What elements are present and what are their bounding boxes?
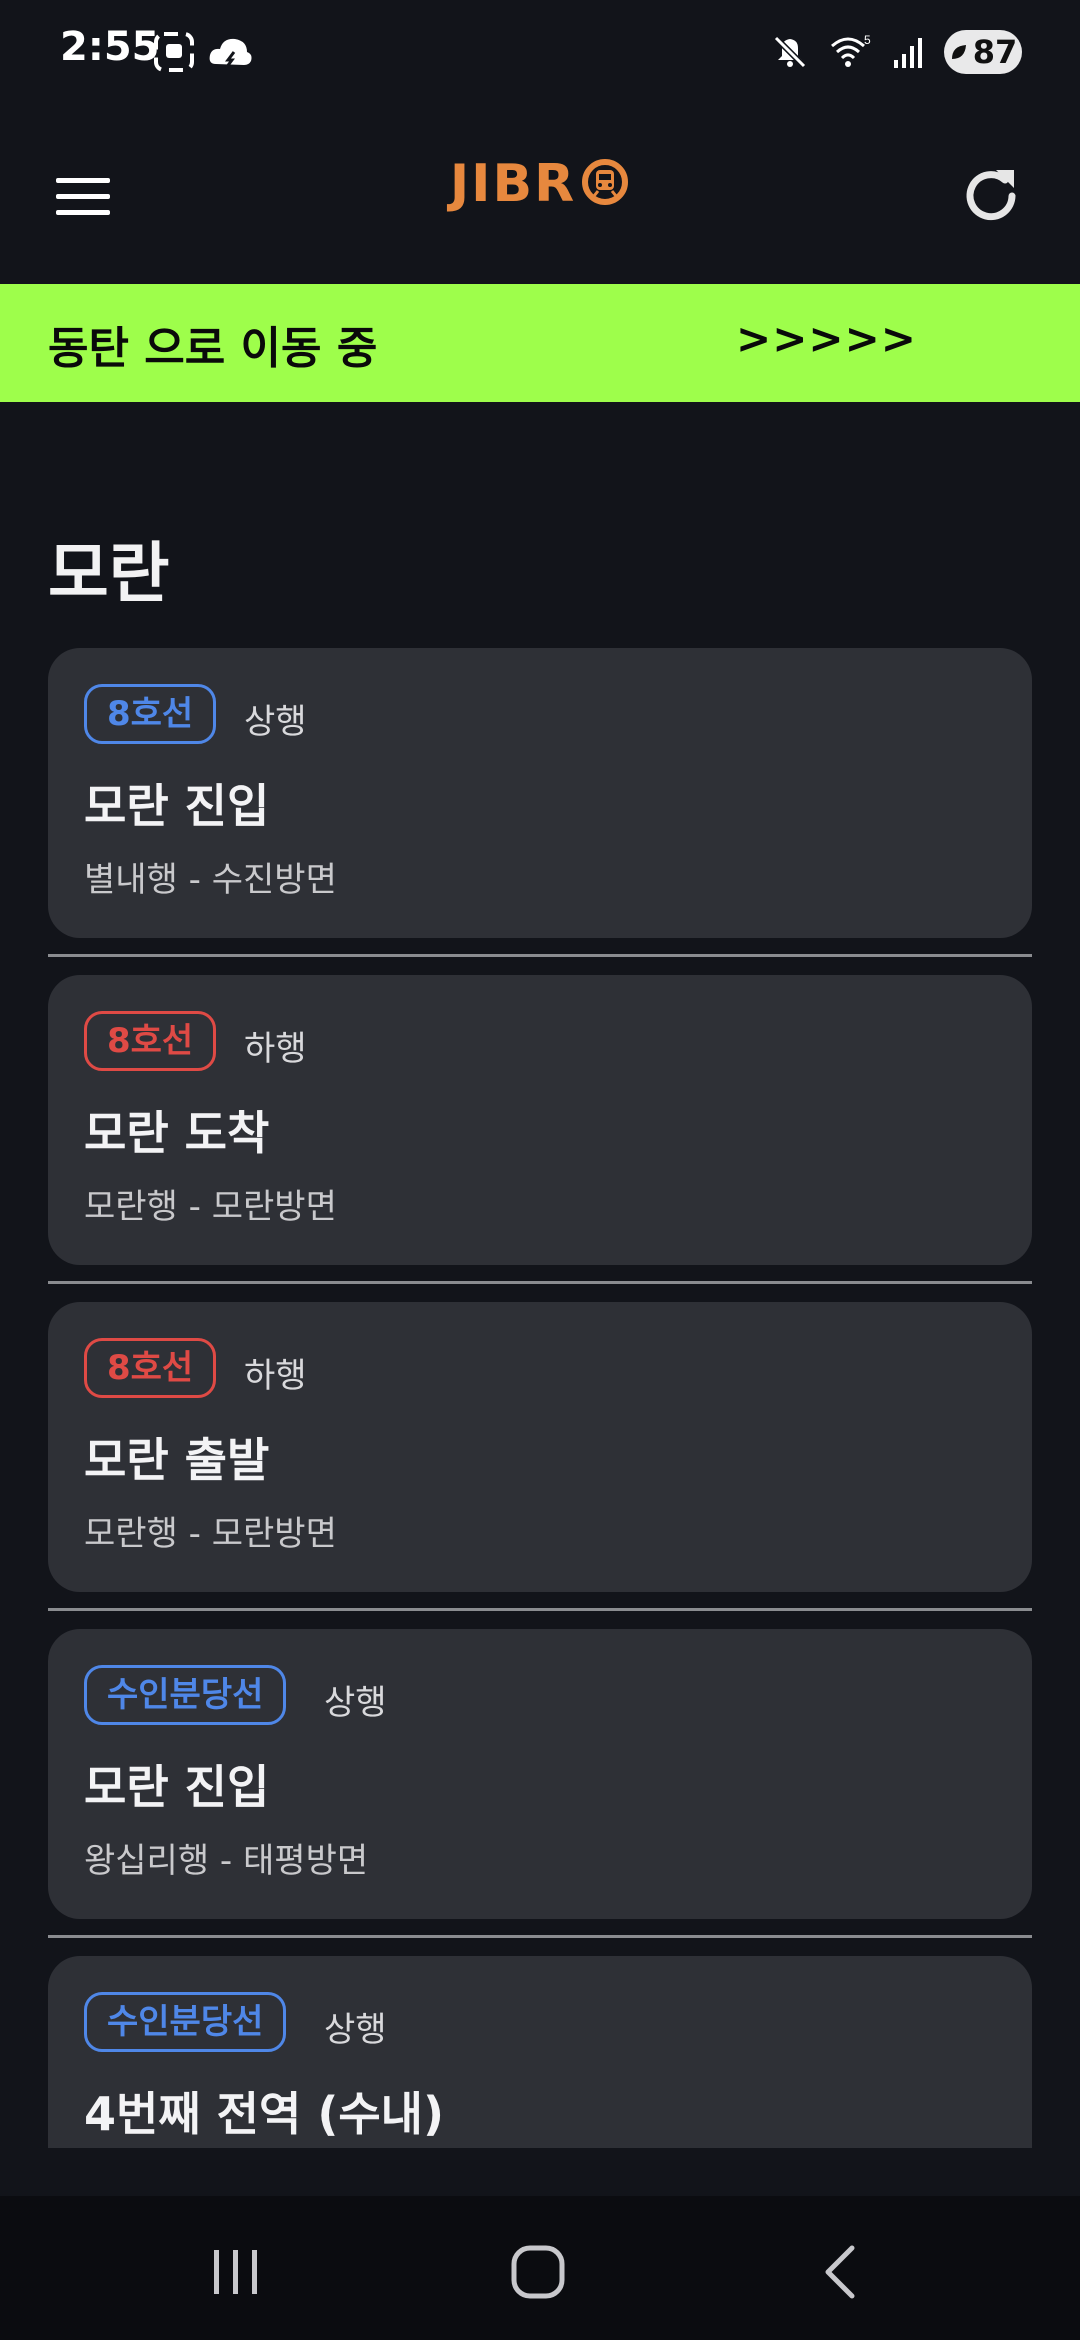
event-list: 8호선 상행 모란 진입 별내행 - 수진방면 8호선 하행 모란 도착 모란행… <box>48 648 1032 2148</box>
line-badge: 8호선 <box>84 1011 217 1071</box>
status-time: 2:55 <box>60 24 160 70</box>
divider <box>48 1281 1032 1284</box>
back-icon <box>825 2245 855 2299</box>
divider <box>48 1608 1032 1611</box>
app-logo: JIBR <box>0 154 1080 214</box>
battery-indicator: 87 <box>944 30 1022 74</box>
home-icon <box>511 2245 565 2299</box>
line-badge: 수인분당선 <box>84 1665 287 1725</box>
card-title: 모란 도착 <box>84 1106 270 1160</box>
card-title: 4번째 전역 (수내) <box>84 2087 445 2141</box>
event-card[interactable]: 8호선 하행 모란 도착 모란행 - 모란방면 <box>48 975 1032 1265</box>
direction-label: 하행 <box>244 1029 307 1069</box>
event-card[interactable]: 수인분당선 상행 모란 진입 왕십리행 - 태평방면 <box>48 1629 1032 1919</box>
home-button[interactable] <box>502 2236 574 2308</box>
system-nav-bar <box>0 2196 1080 2340</box>
line-badge: 8호선 <box>84 1338 217 1398</box>
divider <box>48 1935 1032 1938</box>
banner-text: 동탄 으로 이동 중 <box>48 323 378 374</box>
card-title: 모란 진입 <box>84 779 270 833</box>
screenshot-icon <box>154 32 194 72</box>
line-badge: 8호선 <box>84 684 217 744</box>
banner-arrows: >>>>> <box>736 314 917 363</box>
recent-apps-icon <box>214 2250 257 2294</box>
logo-text: JIBR <box>449 154 577 214</box>
mute-icon <box>773 35 807 69</box>
section-title: 모란 <box>48 535 170 612</box>
refresh-button[interactable] <box>956 156 1028 236</box>
status-bar: 2:55 5 87 <box>0 0 1080 108</box>
event-card[interactable]: 8호선 상행 모란 진입 별내행 - 수진방면 <box>48 648 1032 938</box>
divider <box>48 954 1032 957</box>
recent-apps-button[interactable] <box>200 2236 272 2308</box>
leaf-icon <box>951 45 966 59</box>
card-title: 모란 출발 <box>84 1433 270 1487</box>
line-badge: 수인분당선 <box>84 1992 287 2052</box>
train-logo-icon <box>582 159 629 205</box>
wifi-icon: 5 <box>831 33 871 67</box>
direction-label: 상행 <box>324 1683 387 1723</box>
status-banner: 동탄 으로 이동 중 >>>>> <box>0 284 1080 402</box>
direction-label: 상행 <box>244 702 307 742</box>
weather-icon <box>209 38 252 69</box>
back-button[interactable] <box>806 2236 878 2308</box>
event-card[interactable]: 수인분당선 상행 4번째 전역 (수내) <box>48 1956 1032 2148</box>
app-bar: JIBR <box>0 108 1080 284</box>
card-subtitle: 모란행 - 모란방면 <box>84 1187 337 1227</box>
refresh-icon <box>966 170 1016 221</box>
svg-text:5: 5 <box>864 33 871 47</box>
card-subtitle: 별내행 - 수진방면 <box>84 860 337 900</box>
battery-level: 87 <box>972 33 1018 71</box>
card-title: 모란 진입 <box>84 1760 270 1814</box>
card-subtitle: 모란행 - 모란방면 <box>84 1514 337 1554</box>
card-subtitle: 왕십리행 - 태평방면 <box>84 1841 369 1881</box>
direction-label: 상행 <box>324 2010 387 2050</box>
event-card[interactable]: 8호선 하행 모란 출발 모란행 - 모란방면 <box>48 1302 1032 1592</box>
signal-icon <box>894 38 922 68</box>
direction-label: 하행 <box>244 1356 307 1396</box>
